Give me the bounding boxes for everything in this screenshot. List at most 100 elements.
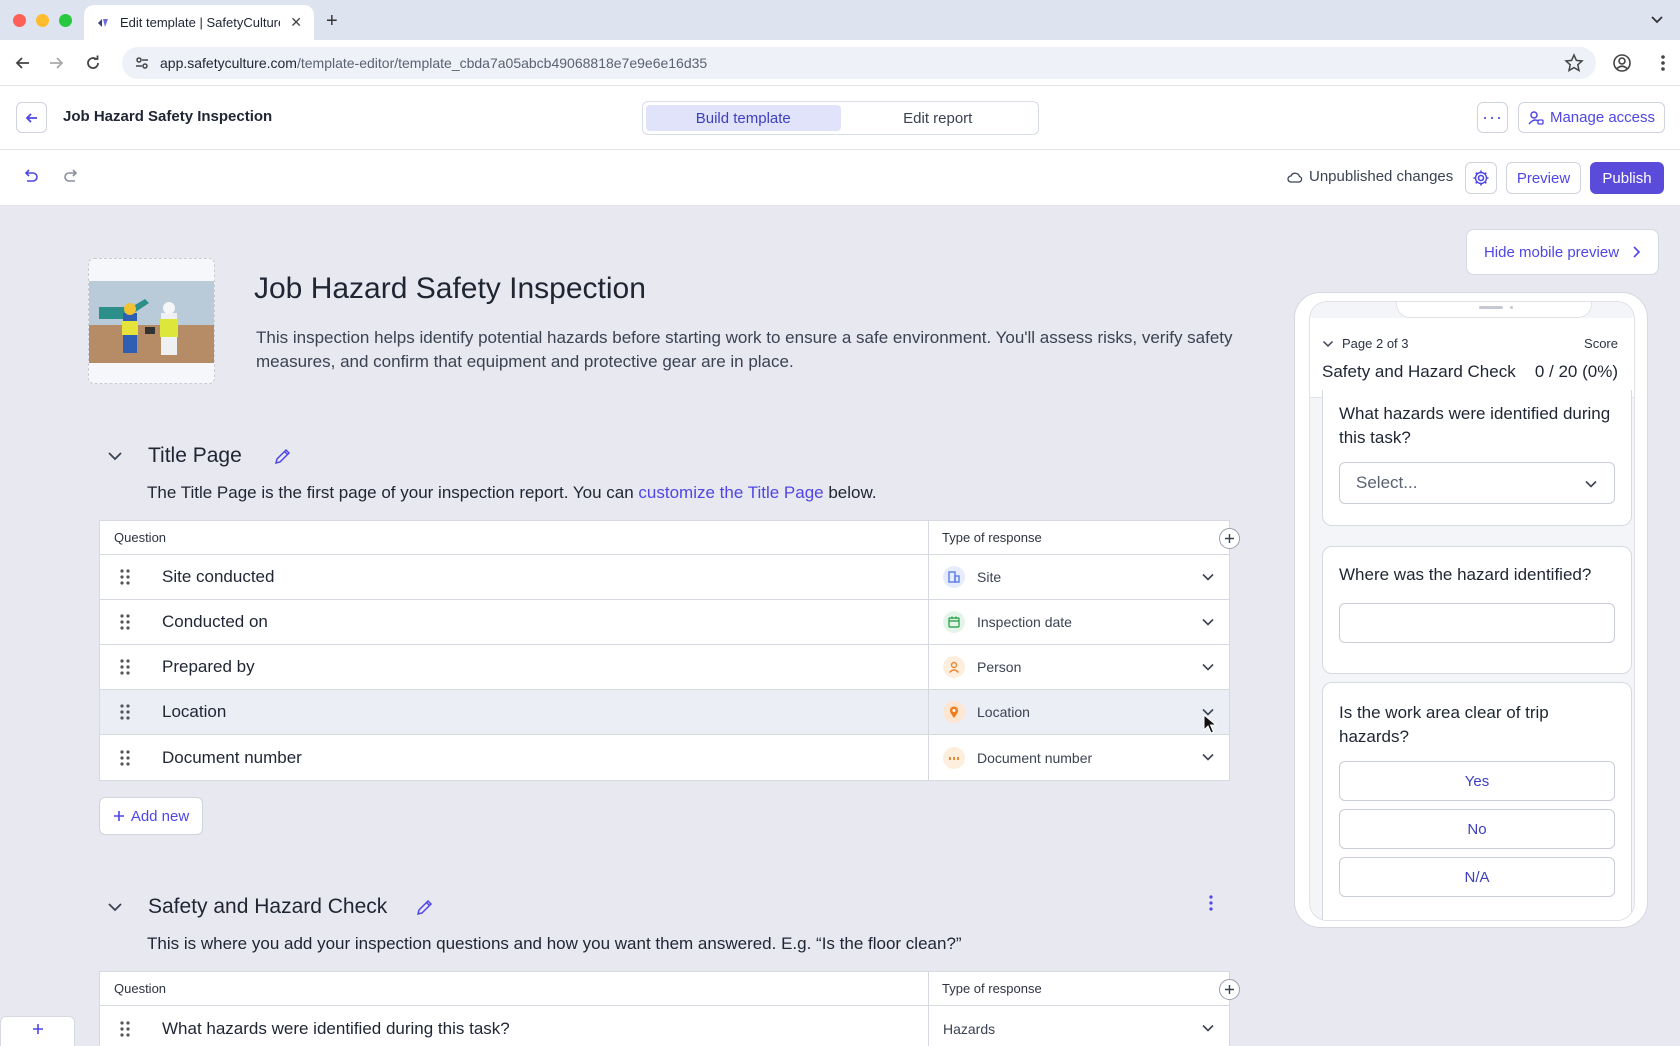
browser-tab[interactable]: Edit template | SafetyCulture ✕ xyxy=(84,5,314,40)
question-text[interactable]: Location xyxy=(162,702,226,722)
question-cell[interactable]: Location xyxy=(100,690,929,734)
response-type-label: Site xyxy=(977,569,1002,585)
question-text[interactable]: Site conducted xyxy=(162,567,274,587)
title-page-heading[interactable]: Title Page xyxy=(148,444,242,468)
add-section-tab[interactable] xyxy=(0,1016,75,1046)
browser-menu-icon[interactable] xyxy=(1660,53,1666,73)
question-text[interactable]: Document number xyxy=(162,748,302,768)
maximize-window-button[interactable] xyxy=(59,14,72,27)
new-tab-icon[interactable]: + xyxy=(326,10,338,33)
collapse-safety-section-chevron-icon[interactable] xyxy=(107,901,123,913)
question-cell[interactable]: Prepared by xyxy=(100,645,929,689)
question-column-header: Question xyxy=(100,972,929,1005)
drag-handle-icon[interactable] xyxy=(118,749,132,767)
add-column-button[interactable] xyxy=(1219,528,1240,549)
template-description[interactable]: This inspection helps identify potential… xyxy=(256,326,1236,374)
table-row[interactable]: Document number Document number xyxy=(100,735,1229,780)
mobile-question-card: What hazards were identified during this… xyxy=(1322,390,1632,526)
undo-icon[interactable] xyxy=(22,168,40,186)
redo-icon[interactable] xyxy=(62,168,80,186)
mobile-page-header: Page 2 of 3 Score Safety and Hazard Chec… xyxy=(1310,318,1634,398)
response-type-cell[interactable]: Inspection date xyxy=(929,600,1229,644)
reload-icon[interactable] xyxy=(84,54,102,72)
response-type-cell[interactable]: Location xyxy=(929,690,1229,734)
tab-edit-report[interactable]: Edit report xyxy=(841,105,1036,131)
drag-handle-icon[interactable] xyxy=(118,658,132,676)
page-indicator-label: Page 2 of 3 xyxy=(1342,336,1409,351)
table-row[interactable]: Location Location xyxy=(100,690,1229,735)
gear-icon xyxy=(1473,170,1489,186)
manage-access-button[interactable]: Manage access xyxy=(1518,102,1665,133)
drag-handle-icon[interactable] xyxy=(118,703,132,721)
publish-button[interactable]: Publish xyxy=(1590,162,1664,194)
response-type-cell[interactable]: Hazards xyxy=(929,1006,1229,1046)
bookmark-star-icon[interactable] xyxy=(1564,53,1584,73)
response-type-cell[interactable]: Person xyxy=(929,645,1229,689)
plus-icon xyxy=(113,811,124,821)
save-status: Unpublished changes xyxy=(1287,168,1453,185)
browser-address-bar: app.safetyculture.com/template-editor/te… xyxy=(0,40,1680,86)
drag-handle-icon[interactable] xyxy=(118,1020,132,1038)
section-menu-icon[interactable] xyxy=(1208,894,1214,912)
option-na-button[interactable]: N/A xyxy=(1339,857,1615,897)
settings-button[interactable] xyxy=(1465,162,1497,194)
response-type-label: Document number xyxy=(977,749,1093,766)
chevron-down-icon[interactable] xyxy=(1201,570,1215,584)
browser-back-icon[interactable] xyxy=(14,54,32,72)
chevron-down-icon[interactable] xyxy=(1201,615,1215,629)
safety-section-heading[interactable]: Safety and Hazard Check xyxy=(148,895,387,919)
edit-title-page-pencil-icon[interactable] xyxy=(273,447,292,466)
edit-safety-section-pencil-icon[interactable] xyxy=(415,898,434,917)
tab-search-chevron-icon[interactable] xyxy=(1650,12,1664,26)
tab-close-icon[interactable]: ✕ xyxy=(290,14,302,31)
profile-icon[interactable] xyxy=(1612,53,1632,73)
response-type-cell[interactable]: Document number xyxy=(929,735,1229,780)
page-indicator[interactable]: Page 2 of 3 xyxy=(1322,336,1409,351)
template-image[interactable] xyxy=(88,258,215,384)
table-row[interactable]: What hazards were identified during this… xyxy=(100,1006,1229,1046)
table-row[interactable]: Conducted on Inspection date xyxy=(100,600,1229,645)
table-row[interactable]: Prepared by Person xyxy=(100,645,1229,690)
option-yes-button[interactable]: Yes xyxy=(1339,761,1615,801)
site-settings-icon[interactable] xyxy=(134,55,150,71)
tab-build-template[interactable]: Build template xyxy=(646,105,841,131)
add-new-button[interactable]: Add new xyxy=(99,797,203,835)
drag-handle-icon[interactable] xyxy=(118,613,132,631)
question-column-header: Question xyxy=(100,521,929,554)
url-host: app.safetyculture.com xyxy=(160,55,297,71)
preview-button[interactable]: Preview xyxy=(1506,162,1581,194)
response-type-cell[interactable]: Site xyxy=(929,555,1229,599)
hide-mobile-preview-label: Hide mobile preview xyxy=(1483,243,1620,261)
url-field[interactable]: app.safetyculture.com/template-editor/te… xyxy=(122,47,1596,79)
question-text[interactable]: Conducted on xyxy=(162,612,268,632)
question-text[interactable]: Prepared by xyxy=(162,657,255,677)
app-header: Job Hazard Safety Inspection Build templ… xyxy=(0,86,1680,150)
more-options-button[interactable]: ··· xyxy=(1477,102,1508,133)
mobile-preview: Page 2 of 3 Score Safety and Hazard Chec… xyxy=(1294,292,1648,928)
chevron-down-icon[interactable] xyxy=(1201,660,1215,674)
question-cell[interactable]: Document number xyxy=(100,735,929,780)
chevron-down-icon[interactable] xyxy=(1201,1021,1215,1035)
add-column-button[interactable] xyxy=(1219,979,1240,1000)
question-cell[interactable]: What hazards were identified during this… xyxy=(100,1006,929,1046)
drag-handle-icon[interactable] xyxy=(118,568,132,586)
browser-forward-icon[interactable] xyxy=(47,54,65,72)
question-text[interactable]: What hazards were identified during this… xyxy=(162,1019,510,1039)
template-title[interactable]: Job Hazard Safety Inspection xyxy=(254,272,646,306)
collapse-title-page-chevron-icon[interactable] xyxy=(107,450,123,462)
mobile-section-title: Safety and Hazard Check xyxy=(1322,362,1516,381)
hide-mobile-preview-button[interactable]: Hide mobile preview xyxy=(1466,229,1659,275)
close-window-button[interactable] xyxy=(13,14,26,27)
back-button[interactable] xyxy=(16,102,47,133)
option-no-button[interactable]: No xyxy=(1339,809,1615,849)
hazards-select[interactable]: Select... xyxy=(1339,462,1615,504)
customize-title-page-link[interactable]: customize the Title Page xyxy=(638,483,823,502)
hazard-location-input[interactable] xyxy=(1339,603,1615,643)
title-page-desc-text: The Title Page is the first page of your… xyxy=(147,483,639,502)
hazards-select-placeholder: Select... xyxy=(1356,473,1418,492)
question-cell[interactable]: Site conducted xyxy=(100,555,929,599)
question-cell[interactable]: Conducted on xyxy=(100,600,929,644)
table-row[interactable]: Site conducted Site xyxy=(100,555,1229,600)
chevron-down-icon[interactable] xyxy=(1201,750,1215,764)
minimize-window-button[interactable] xyxy=(36,14,49,27)
